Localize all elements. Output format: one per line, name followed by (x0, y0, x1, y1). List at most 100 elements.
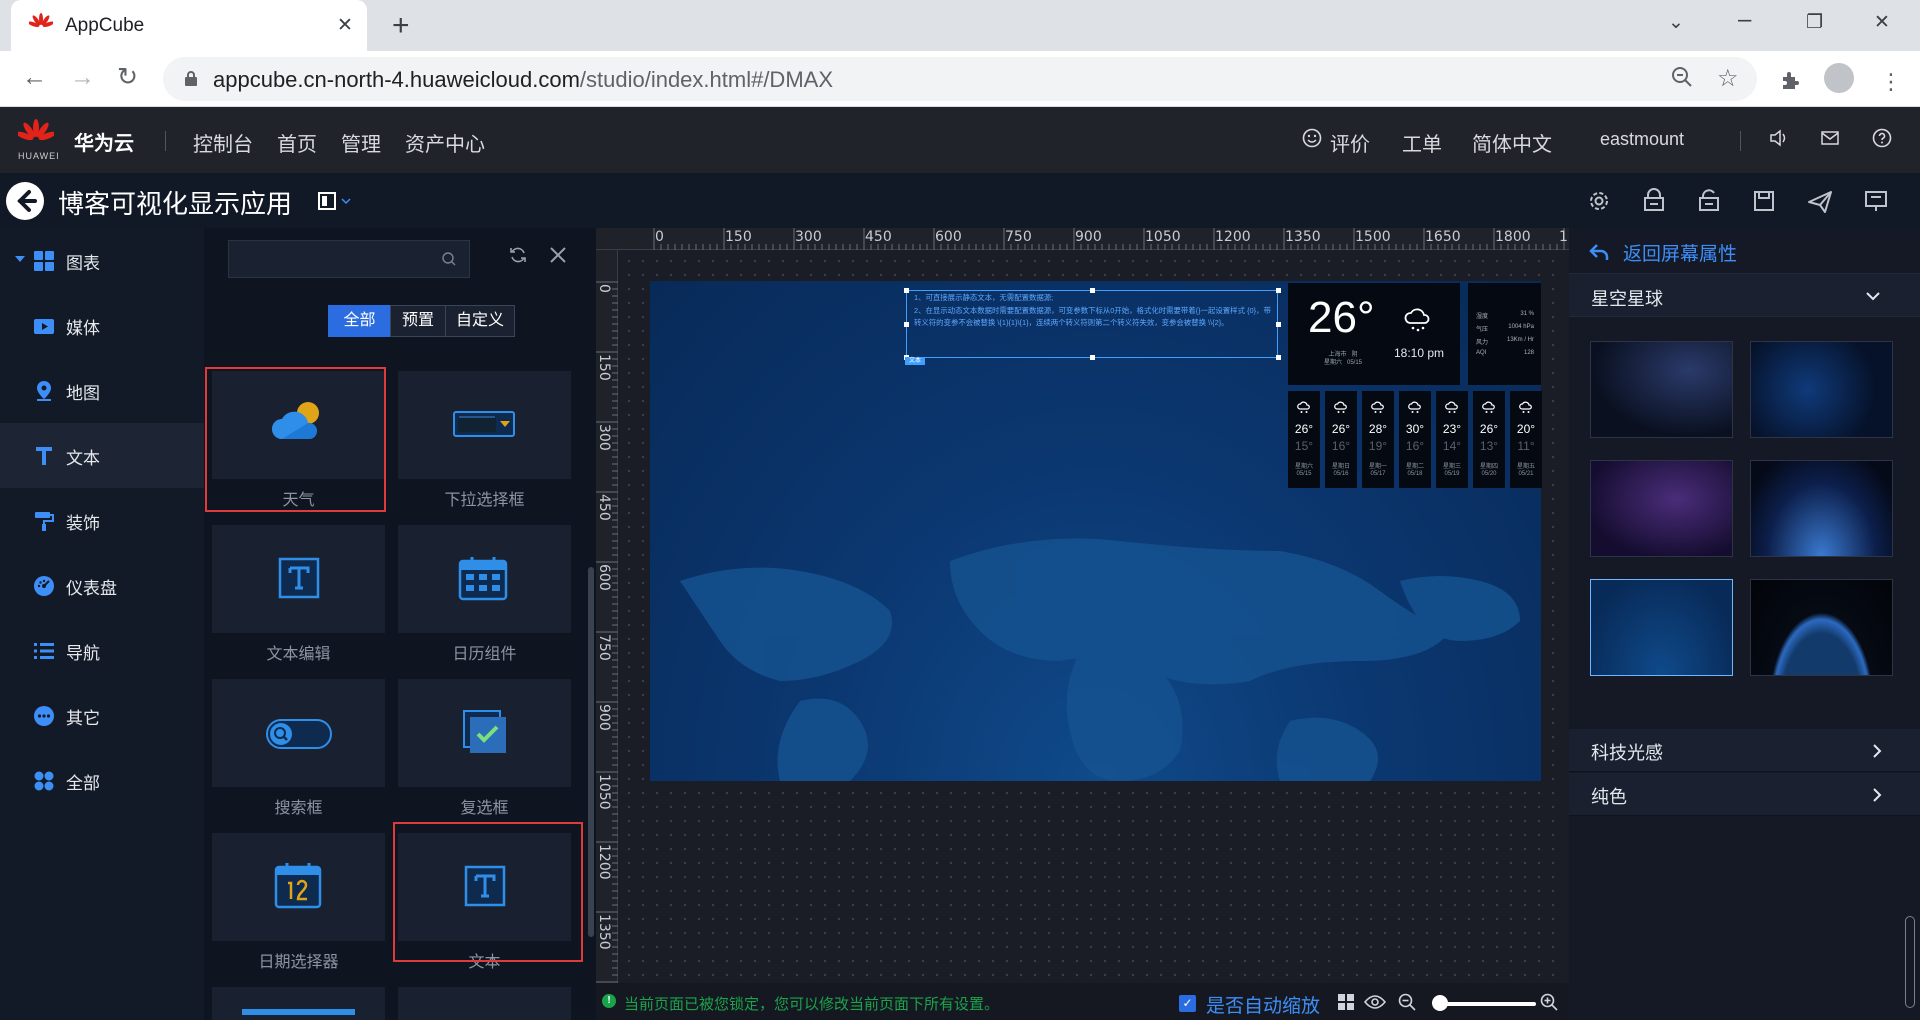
filter-preset-button[interactable]: 预置 (390, 305, 446, 337)
mail-icon[interactable] (1820, 128, 1840, 148)
ruler-label: 1200 (1215, 229, 1251, 245)
back-arrow-icon[interactable]: ← (22, 65, 47, 90)
nav-item-charts[interactable]: 图表 (0, 228, 204, 293)
zoom-icon[interactable] (1671, 66, 1693, 88)
component-search-input[interactable] (228, 240, 470, 278)
save-icon[interactable] (1744, 185, 1784, 217)
filter-all-button[interactable]: 全部 (328, 305, 391, 337)
app-back-button[interactable] (6, 182, 44, 220)
nav-console[interactable]: 控制台 (193, 128, 253, 157)
background-thumbnail-selected[interactable] (1590, 579, 1733, 676)
publish-icon[interactable] (1800, 185, 1840, 217)
page-layout-icon[interactable] (318, 190, 354, 212)
minimize-icon[interactable]: – (1738, 6, 1751, 34)
text-icon (33, 445, 55, 467)
tab-search-icon[interactable]: ⌄ (1668, 11, 1684, 34)
back-to-screen-props[interactable]: 返回屏幕属性 (1623, 239, 1737, 266)
zoom-out-icon[interactable] (1398, 993, 1416, 1011)
canvas-status-bar: ! 当前页面已被您锁定，您可以修改当前页面下所有设置。 ✓ 是否自动缩放 (596, 983, 1569, 1020)
settings-icon[interactable] (1579, 185, 1619, 217)
ruler-label: 450 (596, 494, 612, 521)
background-thumbnail[interactable] (1590, 460, 1733, 557)
eye-icon[interactable] (1364, 995, 1386, 1009)
component-card-dropdown[interactable] (398, 371, 571, 479)
ruler-label: 450 (865, 229, 892, 245)
component-card-text-edit[interactable] (212, 525, 385, 633)
back-arrow-icon[interactable] (1589, 243, 1609, 261)
background-thumbnail[interactable] (1750, 460, 1893, 557)
url-text[interactable]: appcube.cn-north-4.huaweicloud.com/studi… (213, 67, 833, 93)
section-tech-light[interactable]: 科技光感 (1569, 729, 1920, 772)
section-solid-color[interactable]: 纯色 (1569, 773, 1920, 816)
nav-item-other[interactable]: 其它 (0, 683, 204, 748)
component-card-calendar[interactable] (398, 525, 571, 633)
weather-current[interactable]: 26° 18:10 pm 上海市 阴 星期六 05/15 (1288, 283, 1460, 385)
resize-handle[interactable] (1276, 355, 1281, 360)
resize-handle[interactable] (1276, 288, 1281, 293)
resize-handle[interactable] (904, 288, 909, 293)
omnibox[interactable]: appcube.cn-north-4.huaweicloud.com/studi… (163, 57, 1757, 101)
nav-assets[interactable]: 资产中心 (405, 128, 485, 157)
restore-icon[interactable]: ❐ (1806, 11, 1823, 34)
speaker-icon[interactable] (1768, 128, 1788, 148)
zoom-in-icon[interactable] (1540, 993, 1558, 1011)
nav-item-text[interactable]: 文本 (0, 423, 204, 488)
search-icon[interactable] (441, 251, 457, 267)
bookmark-star-icon[interactable]: ☆ (1717, 64, 1739, 93)
reload-icon[interactable]: ↻ (117, 65, 138, 90)
zoom-slider-track[interactable] (1440, 1002, 1536, 1006)
extensions-icon[interactable] (1780, 69, 1802, 91)
nav-item-dashboard[interactable]: 仪表盘 (0, 553, 204, 618)
background-thumbnail[interactable] (1590, 341, 1733, 438)
browser-tab[interactable]: AppCube ✕ (11, 0, 367, 51)
nav-home[interactable]: 首页 (277, 128, 317, 157)
nav-manage[interactable]: 管理 (341, 128, 381, 157)
profile-avatar[interactable] (1824, 63, 1854, 93)
resize-handle[interactable] (1276, 322, 1281, 327)
background-thumbnail[interactable] (1750, 579, 1893, 676)
component-card-checkbox[interactable] (398, 679, 571, 787)
resize-handle[interactable] (1090, 355, 1095, 360)
nav-item-navigation[interactable]: 导航 (0, 618, 204, 683)
browser-menu-icon[interactable]: ⋮ (1880, 69, 1902, 95)
component-card-partial[interactable] (212, 987, 385, 1020)
background-thumbnail[interactable] (1750, 341, 1893, 438)
close-panel-icon[interactable] (548, 245, 568, 265)
expand-caret-icon[interactable] (15, 256, 25, 262)
nav-item-media[interactable]: 媒体 (0, 293, 204, 358)
close-window-icon[interactable]: ✕ (1874, 11, 1890, 34)
zoom-slider-handle[interactable] (1432, 995, 1448, 1011)
auto-scale-label[interactable]: 是否自动缩放 (1206, 991, 1320, 1018)
ticket-link[interactable]: 工单 (1402, 128, 1442, 157)
user-name[interactable]: eastmount (1600, 129, 1684, 150)
refresh-icon[interactable] (508, 245, 528, 265)
grid-view-icon[interactable] (1338, 994, 1354, 1010)
component-label: 文本编辑 (266, 646, 331, 663)
panel-scrollbar[interactable] (588, 567, 594, 937)
section-starry-header[interactable]: 星空星球 (1569, 273, 1920, 317)
help-icon[interactable] (1872, 128, 1892, 148)
new-tab-icon[interactable]: + (392, 9, 410, 43)
component-card-date-picker[interactable] (212, 833, 385, 941)
forecast-high: 28° (1368, 422, 1388, 436)
resize-handle[interactable] (904, 322, 909, 327)
component-card-partial[interactable] (398, 987, 571, 1020)
feedback-link[interactable]: 评价 (1330, 128, 1370, 157)
filter-custom-button[interactable]: 自定义 (445, 305, 515, 337)
unlock-icon[interactable] (1689, 185, 1729, 217)
language-switch[interactable]: 简体中文 (1472, 128, 1552, 157)
component-card-search-box[interactable] (212, 679, 385, 787)
forward-arrow-icon[interactable]: → (70, 65, 95, 90)
nav-item-map[interactable]: 地图 (0, 358, 204, 423)
page-scrollbar[interactable] (1905, 916, 1915, 1008)
nav-item-all[interactable]: 全部 (0, 748, 204, 813)
brand-name[interactable]: 华为云 (74, 127, 134, 156)
huawei-logo-icon[interactable] (18, 119, 54, 149)
forecast-low: 11° (1517, 439, 1535, 453)
smile-icon[interactable] (1302, 128, 1322, 148)
tab-close-icon[interactable]: ✕ (337, 14, 353, 37)
preview-icon[interactable] (1856, 185, 1896, 217)
nav-item-decoration[interactable]: 装饰 (0, 488, 204, 553)
lock-page-icon[interactable] (1634, 185, 1674, 217)
auto-scale-checkbox[interactable]: ✓ (1179, 995, 1196, 1012)
